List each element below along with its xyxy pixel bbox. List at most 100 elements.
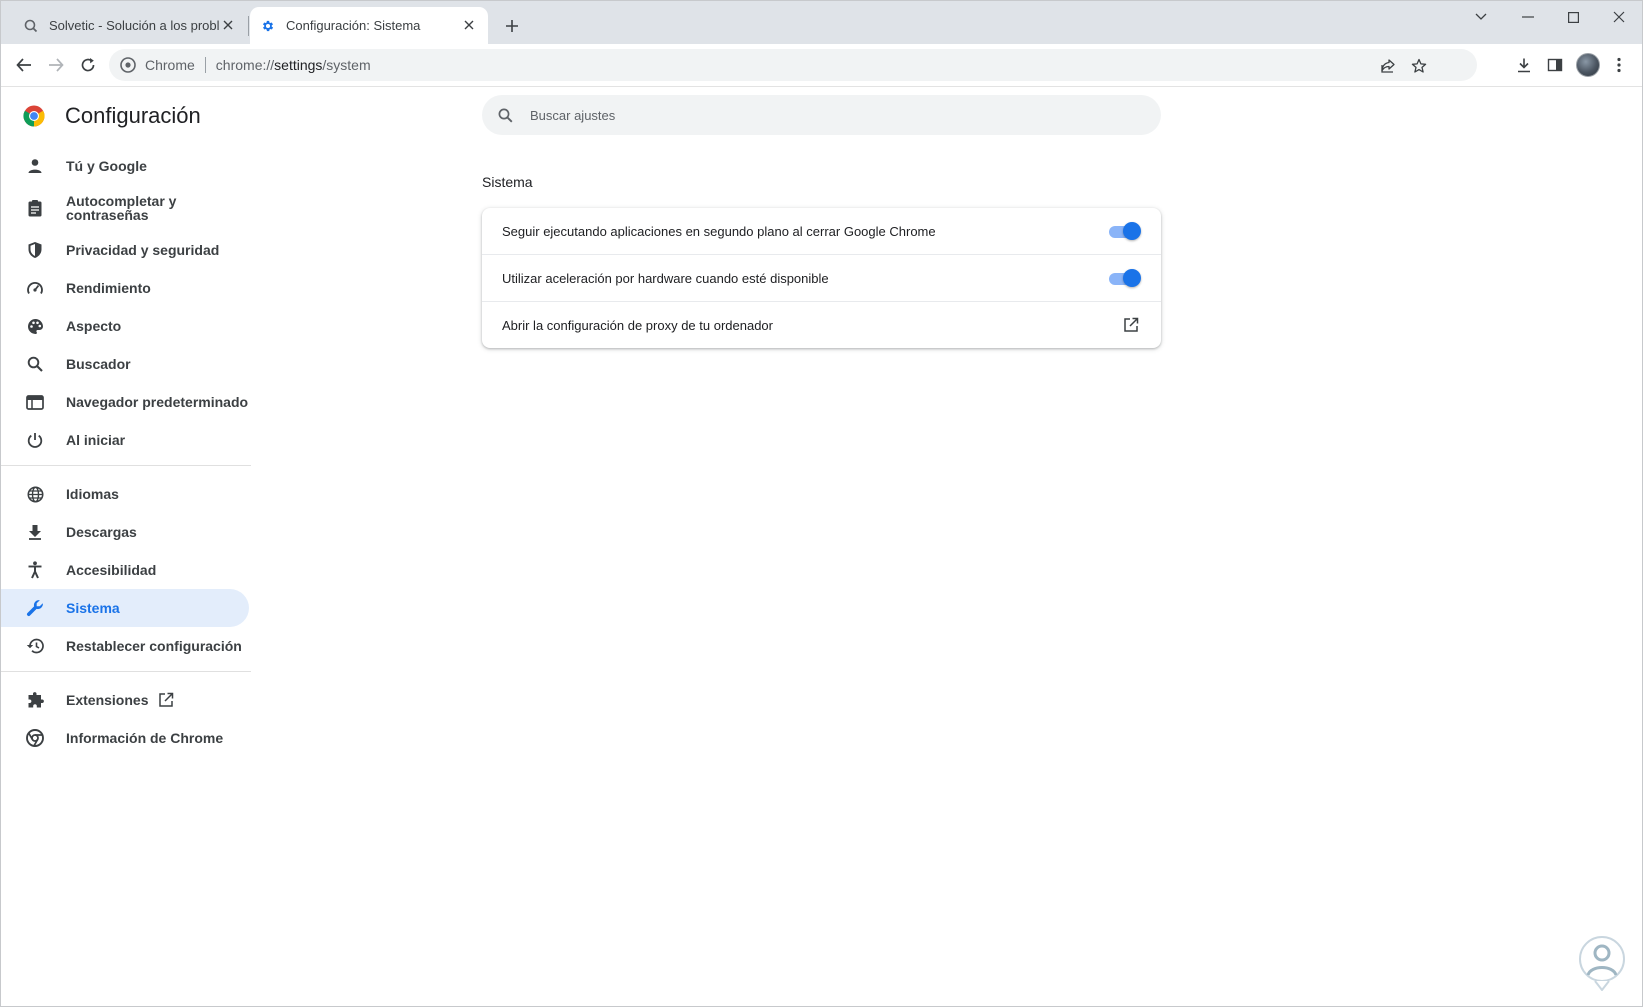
solvetic-watermark-logo bbox=[1579, 936, 1625, 991]
sidebar-item-descargas[interactable]: Descargas bbox=[1, 513, 249, 551]
downloads-icon[interactable] bbox=[1511, 52, 1537, 78]
gear-icon bbox=[260, 18, 276, 34]
chrome-icon bbox=[25, 728, 45, 748]
external-link-icon bbox=[157, 691, 175, 709]
chrome-logo-icon bbox=[23, 105, 45, 127]
sidebar-item-label: Información de Chrome bbox=[66, 730, 224, 746]
hardware-acceleration-toggle[interactable] bbox=[1109, 268, 1141, 288]
sidebar-item-privacidad[interactable]: Privacidad y seguridad bbox=[1, 231, 249, 269]
shield-icon bbox=[25, 240, 45, 260]
toggle-knob bbox=[1123, 222, 1141, 240]
forward-button[interactable] bbox=[43, 52, 69, 78]
close-window-button[interactable] bbox=[1599, 5, 1639, 29]
sidebar-item-label: Navegador predeterminado bbox=[66, 394, 249, 410]
sidebar-item-label: Al iniciar bbox=[66, 432, 126, 448]
setting-row-proxy[interactable]: Abrir la configuración de proxy de tu or… bbox=[482, 302, 1161, 348]
sidebar-item-label: Accesibilidad bbox=[66, 562, 157, 578]
browser-icon bbox=[25, 392, 45, 412]
sidebar-item-label: Rendimiento bbox=[66, 280, 151, 296]
search-icon bbox=[25, 354, 45, 374]
browser-window: Solvetic - Solución a los problem Config… bbox=[0, 0, 1643, 1007]
sidebar-item-rendimiento[interactable]: Rendimiento bbox=[1, 269, 249, 307]
sidebar-item-label: Aspecto bbox=[66, 318, 122, 334]
restore-icon bbox=[25, 636, 45, 656]
tab-search-chevron-icon[interactable] bbox=[1461, 5, 1501, 29]
wrench-icon bbox=[25, 598, 45, 618]
maximize-button[interactable] bbox=[1553, 5, 1593, 29]
back-button[interactable] bbox=[11, 52, 37, 78]
sidebar-item-extensiones[interactable]: Extensiones bbox=[1, 681, 249, 719]
settings-header: Configuración bbox=[23, 103, 201, 129]
settings-page: Configuración Buscar ajustes Tú y Google… bbox=[1, 87, 1642, 1006]
sidebar-item-al-iniciar[interactable]: Al iniciar bbox=[1, 421, 249, 459]
setting-label: Abrir la configuración de proxy de tu or… bbox=[502, 317, 773, 333]
solvetic-icon bbox=[23, 18, 39, 34]
new-tab-button[interactable] bbox=[500, 14, 524, 38]
sidebar-item-idiomas[interactable]: Idiomas bbox=[1, 475, 249, 513]
external-link-icon[interactable] bbox=[1121, 315, 1141, 335]
close-tab-icon[interactable] bbox=[460, 16, 478, 34]
settings-search-input[interactable]: Buscar ajustes bbox=[482, 95, 1161, 135]
sidebar-item-accesibilidad[interactable]: Accesibilidad bbox=[1, 551, 249, 589]
reload-button[interactable] bbox=[75, 52, 101, 78]
chrome-site-icon[interactable] bbox=[119, 56, 137, 74]
sidebar-item-label: Buscador bbox=[66, 356, 131, 372]
sidebar-item-label: Sistema bbox=[66, 600, 120, 616]
power-icon bbox=[25, 430, 45, 450]
profile-avatar[interactable] bbox=[1575, 52, 1601, 78]
person-icon bbox=[25, 156, 45, 176]
background-apps-toggle[interactable] bbox=[1109, 221, 1141, 241]
sidebar-item-tu-y-google[interactable]: Tú y Google bbox=[1, 147, 249, 185]
url-text: chrome://settings/system bbox=[215, 57, 371, 73]
sidebar-item-label: Tú y Google bbox=[66, 158, 147, 174]
sidebar-item-restablecer[interactable]: Restablecer configuración bbox=[1, 627, 249, 665]
tab-divider bbox=[248, 16, 249, 36]
sidebar-item-sistema[interactable]: Sistema bbox=[1, 589, 249, 627]
close-tab-icon[interactable] bbox=[219, 16, 237, 34]
tab-strip: Solvetic - Solución a los problem Config… bbox=[1, 1, 1642, 44]
section-title: Sistema bbox=[482, 174, 533, 190]
search-placeholder: Buscar ajustes bbox=[530, 107, 616, 123]
toolbar: Chrome chrome://settings/system bbox=[1, 44, 1642, 87]
side-panel-icon[interactable] bbox=[1542, 52, 1568, 78]
minimize-button[interactable] bbox=[1508, 5, 1548, 29]
globe-icon bbox=[25, 484, 45, 504]
sidebar-item-informacion-chrome[interactable]: Información de Chrome bbox=[1, 719, 249, 757]
sidebar-item-label: Extensiones bbox=[66, 692, 149, 708]
speedometer-icon bbox=[25, 278, 45, 298]
accessibility-icon bbox=[25, 560, 45, 580]
puzzle-icon bbox=[25, 690, 45, 710]
address-bar[interactable]: Chrome chrome://settings/system bbox=[109, 49, 1477, 81]
avatar bbox=[1576, 53, 1600, 77]
sidebar-item-navegador-predeterminado[interactable]: Navegador predeterminado bbox=[1, 383, 249, 421]
menu-kebab-icon[interactable] bbox=[1606, 52, 1632, 78]
sidebar-item-label: Restablecer configuración bbox=[66, 638, 242, 654]
search-icon bbox=[496, 106, 514, 124]
tab-configuracion[interactable]: Configuración: Sistema bbox=[250, 7, 488, 44]
sidebar-item-label: Autocompletar y contraseñas bbox=[66, 193, 177, 223]
sidebar-item-label: Idiomas bbox=[66, 486, 119, 502]
setting-row-background-apps[interactable]: Seguir ejecutando aplicaciones en segund… bbox=[482, 208, 1161, 254]
omnibox-separator bbox=[204, 57, 206, 73]
share-icon[interactable] bbox=[1375, 53, 1401, 79]
sidebar-item-autocompletar[interactable]: Autocompletar y contraseñas bbox=[1, 185, 249, 231]
setting-label: Seguir ejecutando aplicaciones en segund… bbox=[502, 223, 936, 239]
site-name: Chrome bbox=[145, 57, 195, 73]
system-settings-card: Seguir ejecutando aplicaciones en segund… bbox=[482, 208, 1161, 348]
sidebar-item-aspecto[interactable]: Aspecto bbox=[1, 307, 249, 345]
bookmark-star-icon[interactable] bbox=[1406, 53, 1432, 79]
palette-icon bbox=[25, 316, 45, 336]
sidebar-item-label: Privacidad y seguridad bbox=[66, 242, 220, 258]
setting-row-hardware-acceleration[interactable]: Utilizar aceleración por hardware cuando… bbox=[482, 255, 1161, 301]
page-title: Configuración bbox=[65, 103, 201, 128]
tab-solvetic[interactable]: Solvetic - Solución a los problem bbox=[13, 7, 247, 44]
sidebar-divider bbox=[1, 671, 251, 672]
sidebar-divider bbox=[1, 465, 251, 466]
download-icon bbox=[25, 522, 45, 542]
tab-title: Configuración: Sistema bbox=[286, 18, 421, 33]
toggle-knob bbox=[1123, 269, 1141, 287]
tab-title: Solvetic - Solución a los problem bbox=[49, 18, 219, 33]
clipboard-icon bbox=[25, 198, 45, 218]
sidebar-item-label: Descargas bbox=[66, 524, 137, 540]
sidebar-item-buscador[interactable]: Buscador bbox=[1, 345, 249, 383]
